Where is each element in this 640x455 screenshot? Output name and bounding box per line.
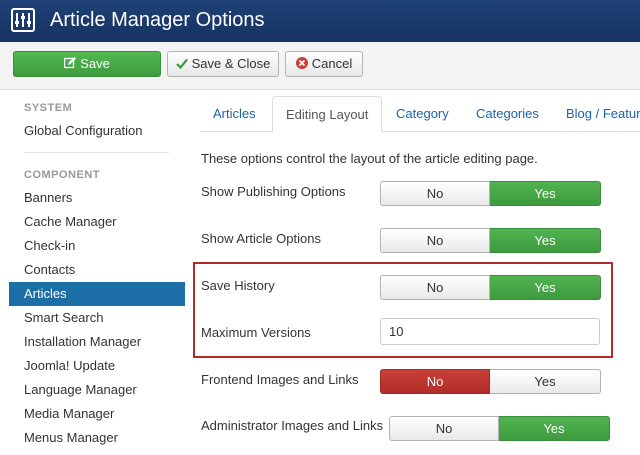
tab-editing-layout[interactable]: Editing Layout xyxy=(272,96,383,133)
save-close-button[interactable]: Save & Close xyxy=(167,51,279,77)
edit-icon xyxy=(64,53,77,77)
show-publishing-label: Show Publishing Options xyxy=(201,184,346,199)
sidebar: SYSTEM Global Configuration COMPONENT Ba… xyxy=(0,90,185,455)
cancel-button[interactable]: Cancel xyxy=(285,51,363,77)
save-history-toggle: No Yes xyxy=(380,275,601,300)
show-publishing-yes[interactable]: Yes xyxy=(490,181,601,206)
sidebar-item-smart-search[interactable]: Smart Search xyxy=(9,306,185,330)
sidebar-item-global-configuration[interactable]: Global Configuration xyxy=(9,119,185,143)
sidebar-item-media-manager[interactable]: Media Manager xyxy=(9,402,185,426)
show-publishing-no[interactable]: No xyxy=(380,181,490,206)
page-title: Article Manager Options xyxy=(50,9,265,31)
sidebar-divider xyxy=(24,152,169,153)
tab-category[interactable]: Category xyxy=(383,96,462,132)
sidebar-item-cache-manager[interactable]: Cache Manager xyxy=(9,210,185,234)
sidebar-item-contacts[interactable]: Contacts xyxy=(9,258,185,282)
cancel-circle-icon xyxy=(295,53,308,77)
sidebar-item-installation-manager[interactable]: Installation Manager xyxy=(9,330,185,354)
app-header: Article Manager Options xyxy=(0,0,640,42)
sidebar-item-joomla-update[interactable]: Joomla! Update xyxy=(9,354,185,378)
toolbar: Save Save & Close Cancel xyxy=(0,42,640,90)
tab-blog-featured[interactable]: Blog / Featur xyxy=(553,96,640,132)
admin-images-label: Administrator Images and Links xyxy=(201,418,384,433)
save-close-label: Save & Close xyxy=(191,56,271,71)
sidebar-heading-system: SYSTEM xyxy=(24,102,73,114)
tab-description: These options control the layout of the … xyxy=(201,151,538,166)
sidebar-item-articles[interactable]: Articles xyxy=(9,282,185,306)
checkmark-icon xyxy=(175,53,188,77)
frontend-images-yes[interactable]: Yes xyxy=(490,369,601,394)
sidebar-item-language-manager[interactable]: Language Manager xyxy=(9,378,185,402)
frontend-images-no[interactable]: No xyxy=(380,369,490,394)
options-logo-icon xyxy=(11,8,35,32)
show-article-options-no[interactable]: No xyxy=(380,228,490,253)
frontend-images-toggle: No Yes xyxy=(380,369,601,394)
tab-bar: Articles Editing Layout Category Categor… xyxy=(200,96,640,133)
show-article-options-yes[interactable]: Yes xyxy=(490,228,601,253)
sidebar-item-menus-manager[interactable]: Menus Manager xyxy=(9,426,185,450)
maximum-versions-input[interactable]: 10 xyxy=(380,318,600,345)
show-article-options-label: Show Article Options xyxy=(201,231,321,246)
cancel-label: Cancel xyxy=(311,56,353,71)
save-history-label: Save History xyxy=(201,278,275,293)
admin-images-yes[interactable]: Yes xyxy=(499,416,610,441)
save-history-no[interactable]: No xyxy=(380,275,490,300)
save-label: Save xyxy=(80,56,110,71)
sidebar-item-check-in[interactable]: Check-in xyxy=(9,234,185,258)
frontend-images-label: Frontend Images and Links xyxy=(201,372,359,387)
show-publishing-toggle: No Yes xyxy=(380,181,601,206)
tab-articles[interactable]: Articles xyxy=(200,96,269,132)
admin-images-toggle: No Yes xyxy=(389,416,610,441)
save-history-yes[interactable]: Yes xyxy=(490,275,601,300)
maximum-versions-label: Maximum Versions xyxy=(201,325,311,340)
show-article-options-toggle: No Yes xyxy=(380,228,601,253)
sidebar-heading-component: COMPONENT xyxy=(24,169,100,181)
tab-categories[interactable]: Categories xyxy=(463,96,552,132)
save-button[interactable]: Save xyxy=(13,51,161,77)
sidebar-item-banners[interactable]: Banners xyxy=(9,186,185,210)
admin-images-no[interactable]: No xyxy=(389,416,499,441)
